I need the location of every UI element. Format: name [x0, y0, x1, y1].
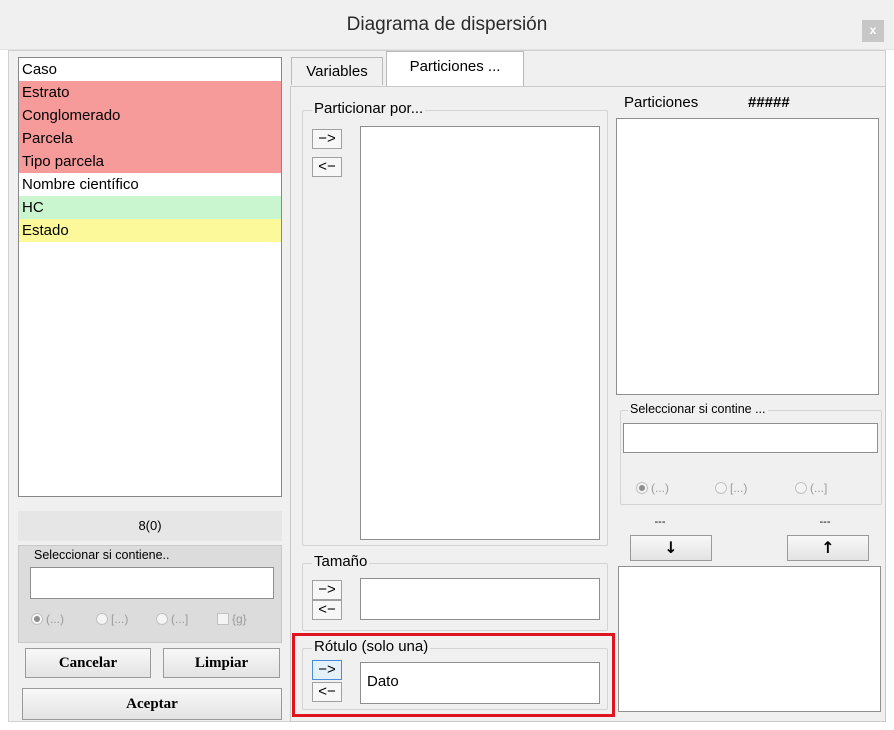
radio-selected-icon: [636, 482, 648, 494]
partitions-filter-input[interactable]: [623, 423, 878, 453]
left-filter-label: Seleccionar si contiene..: [32, 548, 172, 562]
variable-item[interactable]: Nombre científico: [19, 173, 281, 196]
label-add-button[interactable]: −>: [312, 660, 342, 680]
variable-item[interactable]: Tipo parcela: [19, 150, 281, 173]
move-down-button[interactable]: ↓: [630, 535, 712, 561]
radio-icon: [795, 482, 807, 494]
radio-selected-icon: [31, 613, 43, 625]
tab-variables[interactable]: Variables: [291, 57, 383, 85]
variable-item[interactable]: Caso: [19, 58, 281, 81]
left-filter-option-2[interactable]: [...): [96, 612, 128, 626]
window-title: Diagrama de dispersión: [346, 14, 548, 35]
down-caption: ---: [654, 516, 666, 528]
partitions-filter-option-1[interactable]: (...): [636, 481, 669, 495]
left-filter-input[interactable]: [30, 567, 274, 599]
tab-particiones[interactable]: Particiones ...: [386, 51, 524, 87]
left-filter-option-3[interactable]: (...]: [156, 612, 188, 626]
close-button[interactable]: x: [862, 20, 884, 42]
radio-icon: [96, 613, 108, 625]
partition-by-list[interactable]: [360, 126, 600, 540]
variable-item[interactable]: HC: [19, 196, 281, 219]
radio-icon: [715, 482, 727, 494]
left-filter-option-1[interactable]: (...): [31, 612, 64, 626]
partitions-order-list[interactable]: [618, 566, 881, 712]
variable-item[interactable]: Conglomerado: [19, 104, 281, 127]
radio-icon: [156, 613, 168, 625]
left-filter-option-4[interactable]: {g}: [217, 612, 247, 626]
partition-remove-button[interactable]: <−: [312, 157, 342, 177]
size-remove-button[interactable]: <−: [312, 600, 342, 620]
size-add-button[interactable]: −>: [312, 580, 342, 600]
variable-item[interactable]: Estrato: [19, 81, 281, 104]
partition-add-button[interactable]: −>: [312, 129, 342, 149]
label-group-label: Rótulo (solo una): [312, 638, 431, 655]
size-field[interactable]: [360, 578, 600, 620]
checkbox-icon: [217, 613, 229, 625]
variable-item[interactable]: Estado: [19, 219, 281, 242]
label-field[interactable]: Dato: [360, 662, 600, 704]
variable-count: 8(0): [18, 511, 282, 541]
cancel-button[interactable]: Cancelar: [25, 648, 151, 678]
partitions-label: Particiones: [622, 94, 701, 111]
size-label: Tamaño: [312, 553, 370, 570]
partitions-filter-option-3[interactable]: (...]: [795, 481, 827, 495]
partitions-hash: #####: [746, 94, 792, 111]
clear-button[interactable]: Limpiar: [163, 648, 280, 678]
up-caption: ---: [819, 516, 831, 528]
move-up-button[interactable]: ↑: [787, 535, 869, 561]
variable-item[interactable]: Parcela: [19, 127, 281, 150]
label-remove-button[interactable]: <−: [312, 682, 342, 702]
partition-by-label: Particionar por...: [312, 100, 426, 117]
partitions-filter-label: Seleccionar si contine ...: [628, 402, 768, 416]
variable-list[interactable]: Caso Estrato Conglomerado Parcela Tipo p…: [18, 57, 282, 497]
partitions-filter-option-2[interactable]: [...): [715, 481, 747, 495]
partitions-list[interactable]: [616, 118, 879, 395]
accept-button[interactable]: Aceptar: [22, 688, 282, 720]
